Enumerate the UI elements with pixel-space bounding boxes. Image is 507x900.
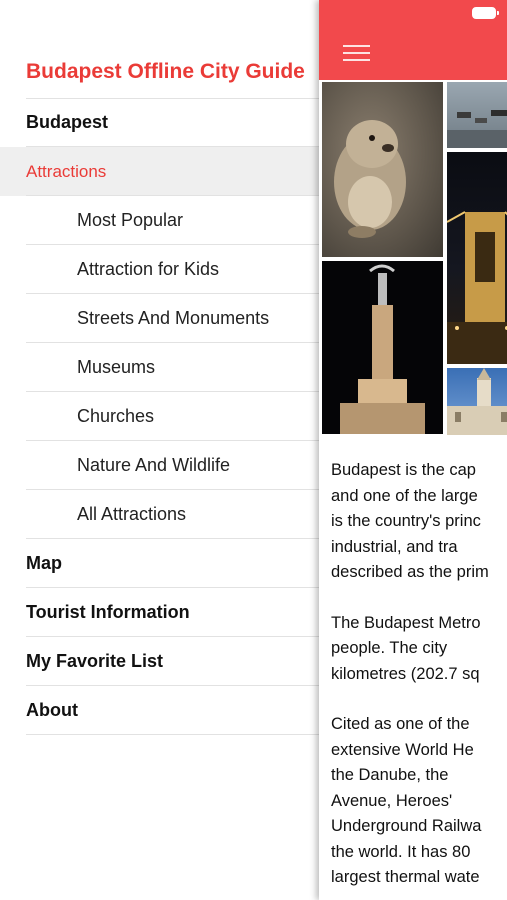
- menu-item-map[interactable]: Map: [0, 539, 320, 588]
- menu-item-label: Nature And Wildlife: [77, 455, 231, 475]
- shoes-illustration: [447, 110, 507, 148]
- description-paragraph-2: The Budapest Metro people. The city kilo…: [331, 613, 481, 683]
- prairie-dog-illustration: [334, 120, 406, 238]
- menu-item-label: Attraction for Kids: [77, 259, 220, 279]
- photo-church[interactable]: [447, 368, 507, 435]
- menu-item-label: All Attractions: [77, 504, 187, 524]
- menu-item-budapest[interactable]: Budapest: [0, 98, 320, 147]
- submenu-item-streets-and-monuments[interactable]: Streets And Monuments: [0, 294, 320, 343]
- description-text: Budapest is the cap and one of the large…: [331, 458, 507, 900]
- statue-illustration: [340, 264, 425, 434]
- description-paragraph-1: Budapest is the cap and one of the large…: [331, 461, 489, 581]
- submenu-item-all-attractions[interactable]: All Attractions: [0, 490, 320, 539]
- menu-item-label: Budapest: [26, 112, 109, 132]
- photo-gallery[interactable]: [319, 82, 507, 435]
- photo-shoes-danube[interactable]: [447, 82, 507, 148]
- menu-item-label: Churches: [77, 406, 155, 426]
- menu-item-attractions[interactable]: Attractions: [0, 147, 320, 196]
- photo-prairie-dog[interactable]: [322, 82, 443, 257]
- menu-item-about[interactable]: About: [0, 686, 320, 735]
- menu-item-label: Tourist Information: [26, 602, 190, 622]
- content-panel[interactable]: Budapest is the cap and one of the large…: [319, 0, 507, 900]
- menu-item-tourist-information[interactable]: Tourist Information: [0, 588, 320, 637]
- photo-liberty-statue[interactable]: [322, 261, 443, 434]
- submenu-item-museums[interactable]: Museums: [0, 343, 320, 392]
- menu-item-label: About: [26, 700, 78, 720]
- hamburger-menu-icon[interactable]: [343, 42, 370, 62]
- submenu-item-nature-and-wildlife[interactable]: Nature And Wildlife: [0, 441, 320, 490]
- navigation-bar: [319, 0, 507, 80]
- description-paragraph-3: Cited as one of the extensive World He t…: [331, 715, 482, 886]
- bridge-illustration: [447, 211, 507, 364]
- photo-chain-bridge[interactable]: [447, 152, 507, 364]
- submenu-item-attraction-for-kids[interactable]: Attraction for Kids: [0, 245, 320, 294]
- side-menu: Budapest Offline City Guide Budapest Att…: [0, 0, 320, 900]
- menu-item-label: Attractions: [26, 161, 107, 181]
- battery-icon: [472, 7, 499, 19]
- submenu-item-most-popular[interactable]: Most Popular: [0, 196, 320, 245]
- menu-item-label: Map: [26, 553, 62, 573]
- menu-item-label: My Favorite List: [26, 651, 164, 671]
- menu-list: Budapest Attractions Most Popular Attrac…: [0, 98, 320, 735]
- app-title: Budapest Offline City Guide: [26, 60, 305, 83]
- church-illustration: [447, 368, 507, 435]
- menu-item-label: Streets And Monuments: [77, 308, 270, 328]
- menu-item-my-favorite-list[interactable]: My Favorite List: [0, 637, 320, 686]
- menu-item-label: Museums: [77, 357, 156, 377]
- submenu-item-churches[interactable]: Churches: [0, 392, 320, 441]
- menu-item-label: Most Popular: [77, 210, 184, 230]
